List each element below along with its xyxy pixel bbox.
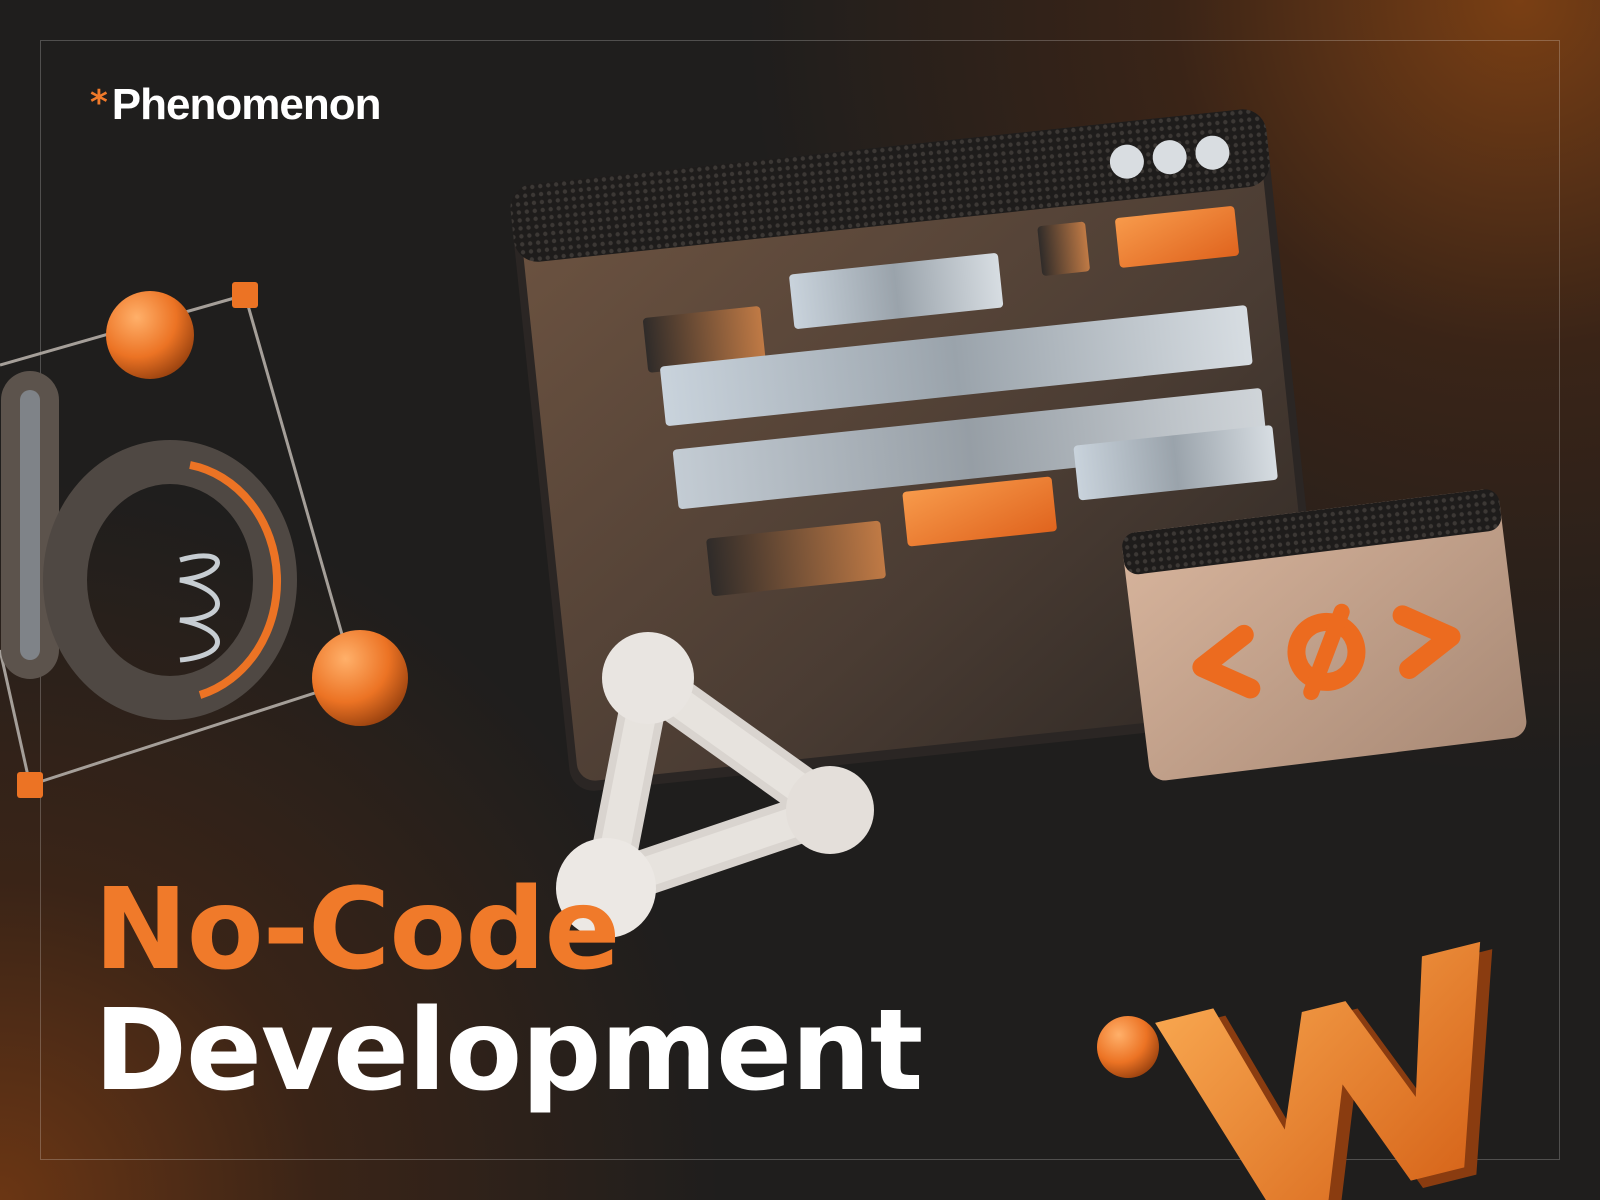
code-window-icon xyxy=(1122,489,1527,781)
headline: No-Code Development xyxy=(94,865,923,1116)
headline-line-2: Development xyxy=(94,985,923,1116)
headline-line-1: No-Code xyxy=(94,865,620,995)
letter-w-icon xyxy=(1155,941,1493,1200)
orange-sphere-icon xyxy=(1097,1016,1159,1078)
bezier-letter-b-icon xyxy=(0,282,408,798)
